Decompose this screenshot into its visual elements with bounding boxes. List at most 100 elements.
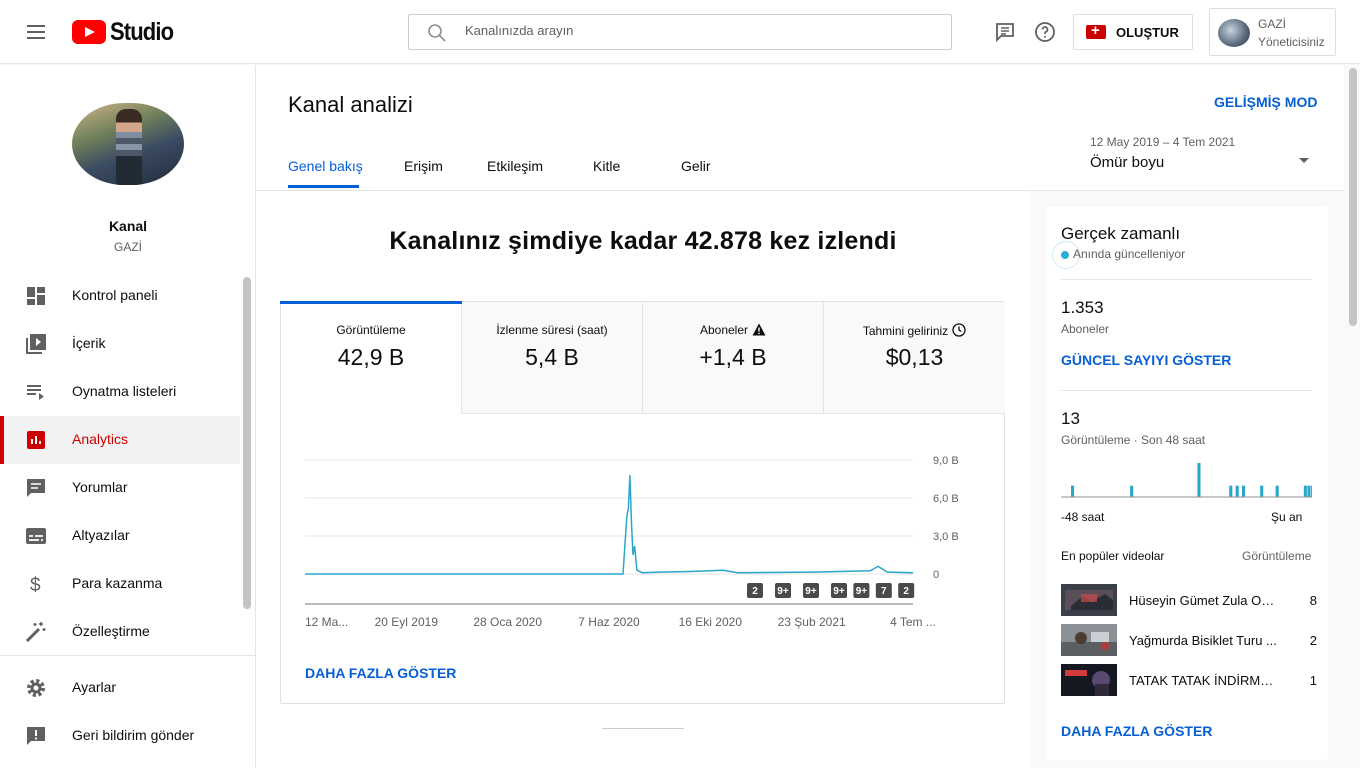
search-box[interactable] (408, 14, 952, 50)
sidebar-item-label: Oynatma listeleri (72, 383, 177, 399)
metric-watch-time[interactable]: İzlenme süresi (saat) 5,4 B (462, 302, 643, 414)
realtime-show-more-button[interactable]: DAHA FAZLA GÖSTER (1061, 723, 1212, 739)
video-marker-label: 2 (903, 586, 909, 597)
video-title: Hüseyin Gümet Zula Oynuyor (1129, 593, 1279, 608)
sidebar: Kanal GAZİ Kontrol paneli İçerik Oynatma… (0, 65, 256, 768)
sidebar-scrollbar[interactable] (243, 277, 251, 609)
page-title: Kanal analizi (288, 92, 413, 117)
search-icon (428, 24, 446, 42)
gear-icon (27, 679, 45, 697)
metric-title-wrap: Tahmini geliriniz (824, 323, 1005, 338)
logo-text: Studio (110, 17, 174, 46)
sidebar-item-label: Para kazanma (72, 575, 163, 591)
sidebar-item-label: Yorumlar (72, 479, 128, 495)
subtitles-icon (26, 528, 46, 544)
search-input[interactable] (465, 23, 925, 38)
popular-video-row[interactable]: Yağmurda Bisiklet Turu ... 2 (1061, 624, 1317, 656)
sidebar-item-playlists[interactable]: Oynatma listeleri (0, 368, 240, 416)
x-tick-label: 4 Tem ... (890, 615, 936, 629)
help-icon[interactable] (1033, 20, 1057, 49)
metric-title: Aboneler (699, 323, 749, 337)
metric-subscribers[interactable]: Aboneler +1,4 B (643, 302, 824, 414)
clock-icon[interactable] (952, 323, 966, 337)
comments-icon (27, 479, 45, 497)
realtime-views-value: 13 (1061, 409, 1080, 428)
hamburger-menu-icon[interactable] (24, 20, 48, 44)
sidebar-item-analytics[interactable]: Analytics (0, 416, 240, 464)
divider (1061, 390, 1312, 391)
create-button-label: OLUŞTUR (1116, 24, 1179, 40)
video-marker-label: 9+ (856, 586, 868, 597)
sidebar-item-label: Geri bildirim gönder (72, 727, 195, 743)
metric-value: +1,4 B (699, 344, 767, 370)
divider (1061, 279, 1312, 280)
show-current-count-button[interactable]: GÜNCEL SAYIYI GÖSTER (1061, 352, 1231, 368)
x-tick-label: 23 Şub 2021 (778, 615, 846, 629)
metric-views[interactable]: Görüntüleme 42,9 B (280, 301, 462, 414)
realtime-card: Gerçek zamanlı Anında güncelleniyor 1.35… (1046, 207, 1328, 760)
account-button[interactable]: GAZİ Yöneticisiniz (1209, 8, 1336, 56)
sidebar-item-comments[interactable]: Yorumlar (0, 464, 240, 512)
sidebar-item-monetization[interactable]: $ Para kazanma (0, 560, 240, 608)
page-scrollbar[interactable] (1349, 68, 1357, 326)
period-select[interactable]: Ömür boyu (1090, 154, 1164, 171)
realtime-subscribers-value: 1.353 (1061, 298, 1104, 317)
views-line-chart[interactable]: 9,0 B 6,0 B 3,0 B 0 12 Ma... 20 Eyl 2019 28 Oc… (303, 452, 983, 652)
x-tick-label: 12 Ma... (305, 615, 348, 629)
metric-title: İzlenme süresi (saat) (496, 323, 608, 337)
active-tab-indicator (288, 185, 359, 188)
metric-value: 42,9 B (337, 344, 405, 370)
dashboard-icon (27, 287, 45, 305)
realtime-bar (1229, 485, 1233, 497)
youtube-play-icon (72, 20, 106, 44)
video-marker-label: 7 (881, 586, 887, 597)
realtime-bar (1303, 485, 1307, 497)
channel-avatar[interactable] (72, 103, 184, 185)
sidebar-item-label: Ayarlar (72, 679, 117, 695)
sidebar-item-label: Altyazılar (72, 527, 130, 543)
sidebar-item-customization[interactable]: Özelleştirme (0, 608, 240, 656)
realtime-bar (1307, 485, 1311, 497)
warning-icon[interactable] (752, 323, 766, 336)
account-name: GAZİ (1258, 17, 1287, 31)
sidebar-item-label: Kontrol paneli (72, 287, 158, 303)
overview-content: Kanalınız şimdiye kadar 42.878 kez izlen… (256, 191, 1030, 768)
sidebar-item-settings[interactable]: Ayarlar (0, 664, 240, 712)
video-views: 1 (1309, 673, 1317, 688)
realtime-bar (1311, 485, 1312, 497)
feedback-icon (27, 727, 45, 745)
metric-title: Tahmini geliriniz (862, 324, 949, 338)
sidebar-item-dashboard[interactable]: Kontrol paneli (0, 272, 240, 320)
realtime-bar (1071, 485, 1075, 497)
sidebar-item-feedback[interactable]: Geri bildirim gönder (0, 712, 240, 760)
video-title: Yağmurda Bisiklet Turu ... (1129, 633, 1277, 648)
realtime-subscribers-label: Aboneler (1061, 322, 1110, 336)
sidebar-item-label: Özelleştirme (72, 623, 150, 639)
popular-video-row[interactable]: Hüseyin Gümet Zula Oynuyor 8 (1061, 584, 1317, 616)
tab-engagement[interactable]: Etkileşim (487, 158, 543, 174)
chevron-down-icon[interactable] (1298, 152, 1310, 170)
popular-video-row[interactable]: TATAK TATAK İNDİRMEYİN 1 (1061, 664, 1317, 696)
show-more-button[interactable]: DAHA FAZLA GÖSTER (305, 665, 456, 681)
create-button[interactable]: OLUŞTUR (1073, 14, 1193, 50)
video-thumbnail (1061, 584, 1117, 616)
playlist-icon (27, 385, 44, 400)
metric-revenue[interactable]: Tahmini geliriniz $0,13 (824, 302, 1005, 414)
video-marker-label: 2 (752, 586, 758, 597)
messages-icon[interactable] (993, 20, 1017, 49)
sidebar-item-content[interactable]: İçerik (0, 320, 240, 368)
tab-audience[interactable]: Kitle (593, 158, 620, 174)
avatar (1218, 19, 1250, 47)
tab-reach[interactable]: Erişim (404, 158, 443, 174)
views-series-line (305, 475, 914, 575)
advanced-mode-button[interactable]: GELİŞMİŞ MOD (1214, 94, 1317, 110)
x-tick-label: 16 Eki 2020 (679, 615, 743, 629)
realtime-bar-chart[interactable] (1061, 457, 1312, 501)
metric-title: Görüntüleme (336, 323, 406, 337)
youtube-studio-logo[interactable]: Studio (72, 18, 182, 46)
date-range[interactable]: 12 May 2019 – 4 Tem 2021 (1090, 135, 1235, 149)
tab-overview[interactable]: Genel bakış (288, 158, 363, 174)
account-role: Yöneticisiniz (1258, 35, 1325, 49)
sidebar-item-subtitles[interactable]: Altyazılar (0, 512, 240, 560)
tab-revenue[interactable]: Gelir (681, 158, 711, 174)
